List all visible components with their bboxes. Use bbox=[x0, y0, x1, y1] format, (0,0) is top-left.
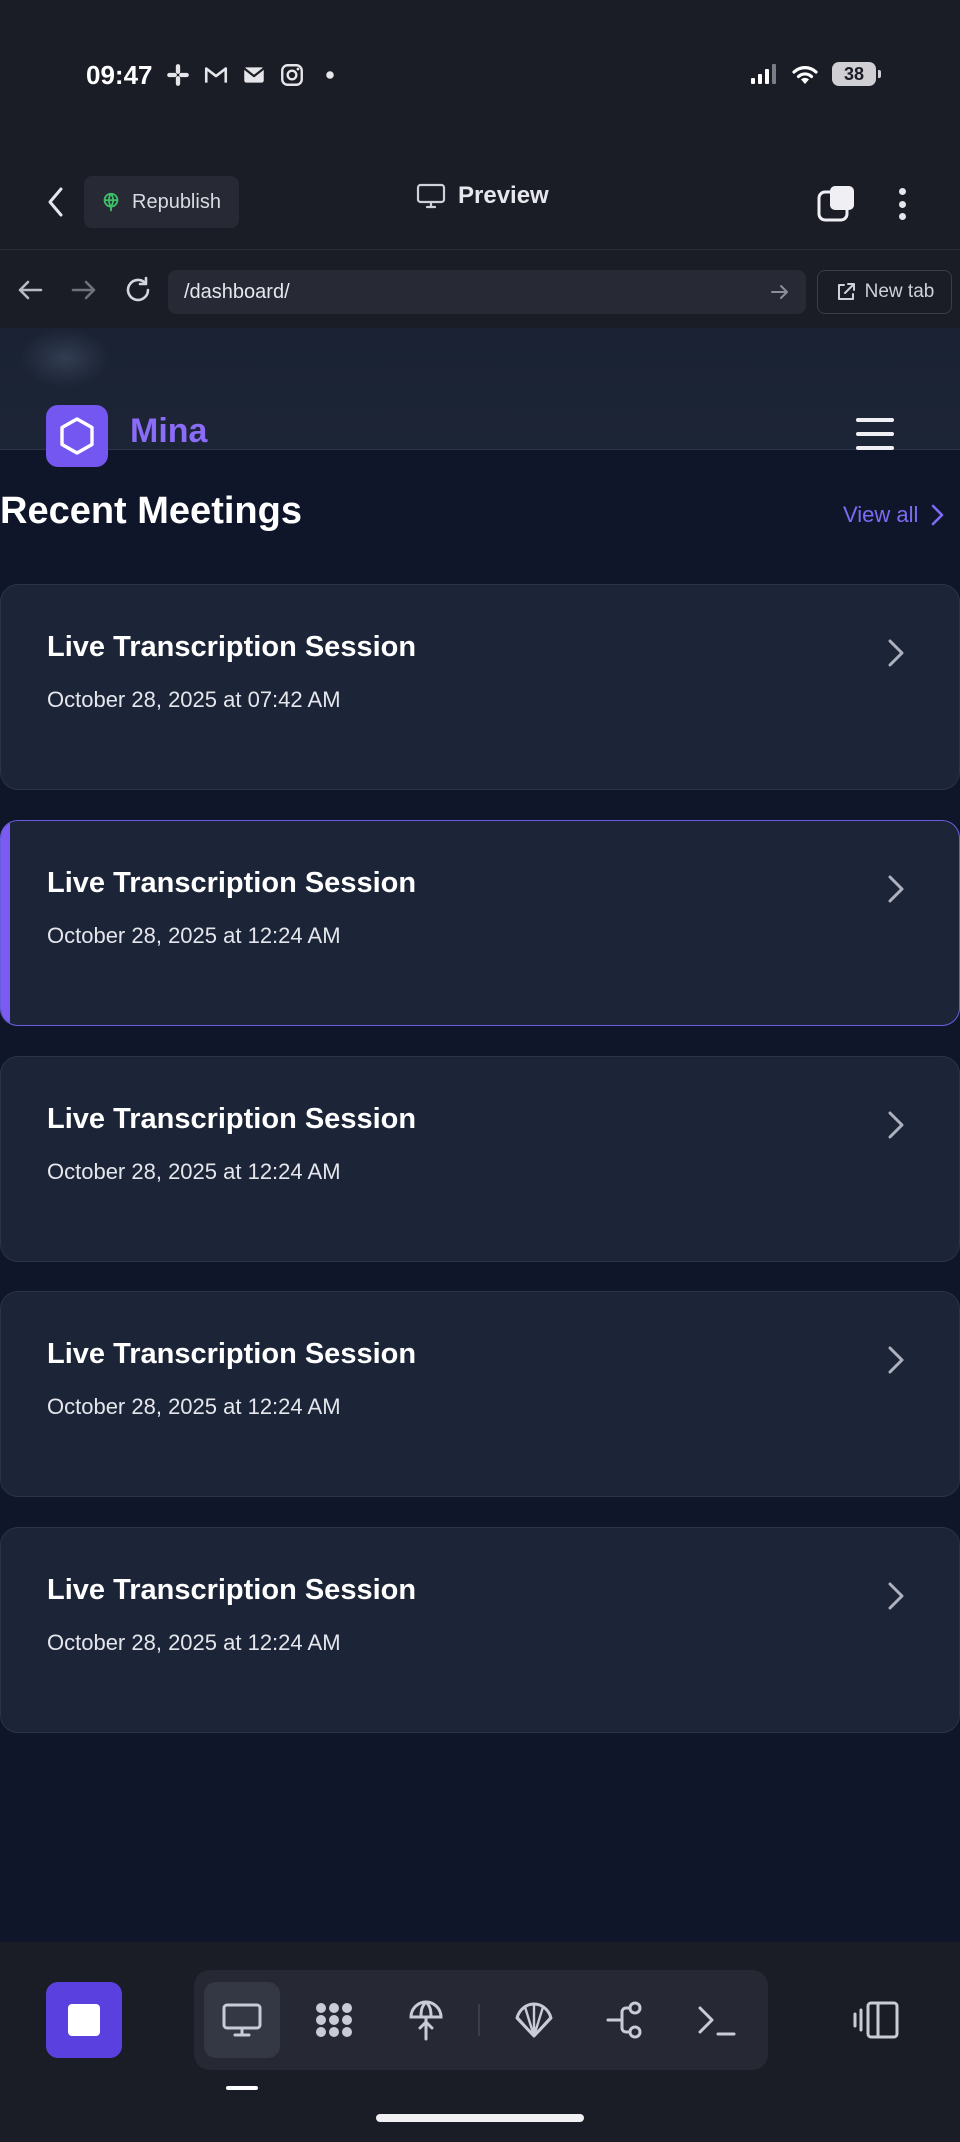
status-time: 09:47 bbox=[86, 60, 153, 90]
meeting-title: Live Transcription Session bbox=[47, 867, 417, 899]
share-graph-icon[interactable] bbox=[588, 1982, 664, 2058]
back-arrow-icon[interactable] bbox=[12, 272, 48, 308]
chevron-right-icon bbox=[932, 504, 944, 526]
status-bar: 09:47 38 bbox=[0, 0, 960, 150]
deploy-icon[interactable] bbox=[388, 1982, 464, 2058]
chevron-right-icon bbox=[888, 1582, 904, 1610]
desktop-icon[interactable] bbox=[204, 1982, 280, 2058]
dot-icon bbox=[326, 71, 334, 79]
gmail-icon bbox=[204, 67, 228, 83]
system-icons: 38 bbox=[750, 62, 881, 86]
republish-label: Republish bbox=[132, 190, 221, 213]
preview-label: Preview bbox=[458, 182, 549, 209]
new-tab-button[interactable]: New tab bbox=[817, 270, 952, 314]
go-arrow-icon[interactable] bbox=[770, 284, 790, 300]
meeting-card[interactable]: Live Transcription Session October 28, 2… bbox=[0, 1056, 960, 1262]
chevron-right-icon bbox=[888, 875, 904, 903]
refresh-icon[interactable] bbox=[120, 272, 156, 308]
meeting-title: Live Transcription Session bbox=[47, 1574, 417, 1606]
meeting-date: October 28, 2025 at 07:42 AM bbox=[47, 687, 341, 712]
instagram-icon bbox=[281, 64, 303, 86]
view-all-label: View all bbox=[843, 502, 919, 527]
shell-icon[interactable] bbox=[496, 1982, 572, 2058]
meeting-date: October 28, 2025 at 12:24 AM bbox=[47, 1630, 341, 1655]
more-options-icon[interactable] bbox=[884, 182, 920, 226]
signal-icon bbox=[751, 64, 776, 84]
bottom-toolbar bbox=[0, 1942, 960, 2142]
slack-icon bbox=[167, 64, 189, 86]
apps-icon[interactable] bbox=[296, 1982, 372, 2058]
hexagon-icon bbox=[60, 417, 94, 455]
monitor-icon bbox=[416, 183, 446, 209]
tool-group bbox=[194, 1970, 768, 2070]
hamburger-menu-icon[interactable] bbox=[856, 418, 894, 450]
home-indicator[interactable] bbox=[376, 2114, 584, 2122]
chevron-left-icon bbox=[48, 187, 63, 217]
brand-name[interactable]: Mina bbox=[130, 412, 207, 451]
meeting-title: Live Transcription Session bbox=[47, 631, 417, 663]
side-panel-icon[interactable] bbox=[852, 2000, 900, 2040]
chevron-right-icon bbox=[888, 1111, 904, 1139]
stop-icon bbox=[68, 2004, 100, 2036]
chevron-right-icon bbox=[888, 639, 904, 667]
meeting-card[interactable]: Live Transcription Session October 28, 2… bbox=[0, 584, 960, 790]
meeting-title: Live Transcription Session bbox=[47, 1103, 417, 1135]
external-link-icon bbox=[837, 283, 855, 300]
tool-separator bbox=[478, 2004, 480, 2036]
app-toolbar: Republish Preview bbox=[0, 160, 960, 250]
active-tab-indicator bbox=[226, 2086, 258, 2090]
preview-toggle[interactable]: Preview bbox=[416, 182, 549, 210]
meeting-date: October 28, 2025 at 12:24 AM bbox=[47, 1159, 341, 1184]
forward-arrow-icon[interactable] bbox=[66, 272, 102, 308]
terminal-icon[interactable] bbox=[678, 1982, 754, 2058]
stop-button[interactable] bbox=[46, 1982, 122, 2058]
back-button[interactable] bbox=[36, 180, 76, 224]
meeting-date: October 28, 2025 at 12:24 AM bbox=[47, 923, 341, 948]
view-all-link[interactable]: View all bbox=[843, 502, 944, 528]
meeting-card[interactable]: Live Transcription Session October 28, 2… bbox=[0, 820, 960, 1026]
meeting-date: October 28, 2025 at 12:24 AM bbox=[47, 1394, 341, 1419]
url-input[interactable]: /dashboard/ bbox=[168, 270, 806, 314]
url-text: /dashboard/ bbox=[184, 280, 290, 303]
globe-upload-icon bbox=[103, 192, 119, 212]
tabs-icon[interactable] bbox=[816, 184, 856, 224]
meeting-card[interactable]: Live Transcription Session October 28, 2… bbox=[0, 1291, 960, 1497]
wifi-icon bbox=[792, 66, 818, 84]
brand-logo[interactable] bbox=[46, 405, 108, 467]
notification-icons bbox=[165, 62, 343, 88]
meeting-card[interactable]: Live Transcription Session October 28, 2… bbox=[0, 1527, 960, 1733]
battery-indicator: 38 bbox=[832, 62, 881, 86]
republish-button[interactable]: Republish bbox=[84, 176, 239, 228]
meeting-title: Live Transcription Session bbox=[47, 1338, 417, 1370]
browser-url-bar: /dashboard/ New tab bbox=[0, 252, 960, 328]
web-content: Mina Recent Meetings View all Live Trans… bbox=[0, 328, 960, 1942]
section-title: Recent Meetings bbox=[0, 490, 302, 532]
mail-icon bbox=[243, 67, 265, 83]
chevron-right-icon bbox=[888, 1346, 904, 1374]
new-tab-label: New tab bbox=[864, 281, 935, 302]
